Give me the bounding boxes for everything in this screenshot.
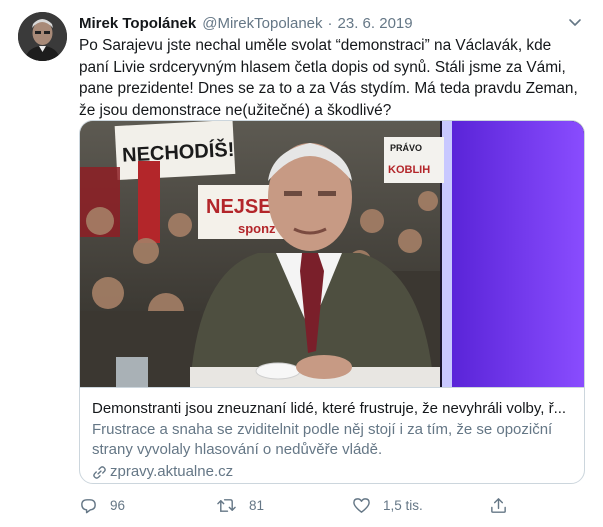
- like-button[interactable]: 1,5 tis.: [352, 496, 423, 515]
- card-body[interactable]: Demonstranti jsou zneuznaní lidé, které …: [80, 387, 584, 483]
- avatar[interactable]: [18, 12, 67, 61]
- share-icon: [491, 498, 506, 513]
- link-card[interactable]: NECHODÍŠ! NEJSEM sponz PRÁVO KOBLIH Demo…: [79, 120, 585, 484]
- retweet-button[interactable]: 81: [216, 496, 264, 515]
- heart-icon: [353, 498, 370, 513]
- tweet-date[interactable]: 23. 6. 2019: [338, 15, 413, 32]
- card-image[interactable]: NECHODÍŠ! NEJSEM sponz PRÁVO KOBLIH: [80, 121, 584, 387]
- protest-sign-left: NECHODÍŠ!: [114, 121, 236, 181]
- tweet-header: Mirek Topolánek @MirekTopolanek · 23. 6.…: [79, 12, 589, 34]
- svg-text:KOBLIH: KOBLIH: [388, 164, 430, 176]
- card-domain-text: zpravy.aktualne.cz: [110, 463, 234, 480]
- author-name[interactable]: Mirek Topolánek: [79, 15, 196, 32]
- separator-dot: ·: [327, 14, 333, 32]
- tweet-actions: 96 81 1,5 tis.: [79, 496, 559, 518]
- chevron-down-icon[interactable]: [567, 14, 583, 30]
- reply-button[interactable]: 96: [79, 496, 125, 515]
- svg-text:sponz: sponz: [238, 221, 276, 236]
- protest-sign-right: PRÁVO KOBLIH: [384, 137, 444, 183]
- link-icon: [93, 465, 106, 479]
- tweet-text: Po Sarajevu jste nechal uměle svolat “de…: [79, 37, 578, 119]
- author-handle[interactable]: @MirekTopolanek: [202, 15, 322, 32]
- reply-icon: [81, 499, 96, 514]
- retweet-count: 81: [249, 498, 265, 513]
- card-description: Frustrace a snaha se zviditelnit podle n…: [92, 421, 553, 458]
- like-count: 1,5 tis.: [383, 498, 423, 513]
- reply-count: 96: [110, 498, 126, 513]
- retweet-icon: [217, 499, 236, 512]
- tweet[interactable]: Mirek Topolánek @MirekTopolanek · 23. 6.…: [0, 0, 603, 527]
- card-title[interactable]: Demonstranti jsou zneuznaní lidé, které …: [92, 399, 574, 419]
- svg-text:PRÁVO: PRÁVO: [390, 143, 422, 153]
- card-domain[interactable]: zpravy.aktualne.cz: [92, 462, 574, 482]
- share-button[interactable]: [489, 496, 520, 515]
